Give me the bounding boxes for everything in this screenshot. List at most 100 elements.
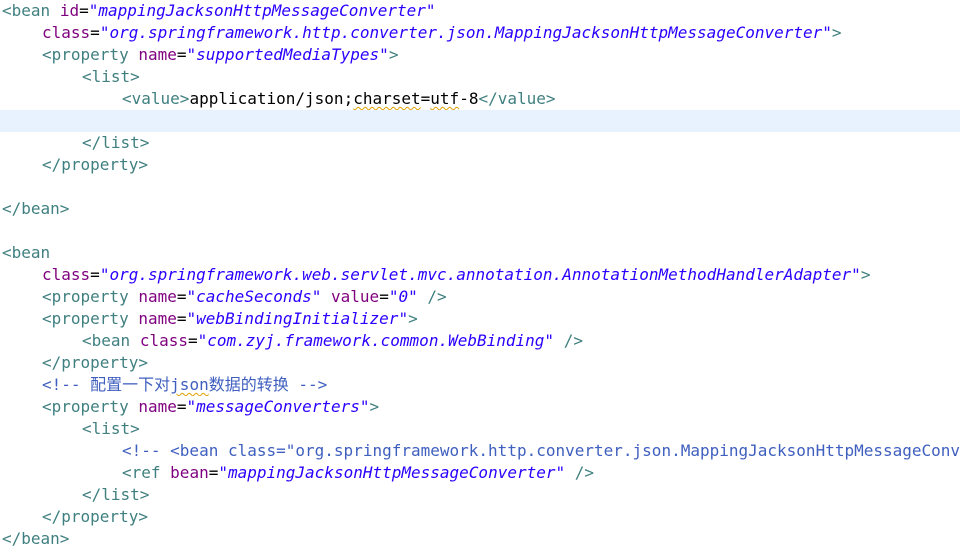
xml-comment: <!-- <bean class="org.springframework.ht…	[122, 441, 960, 460]
xml-tag: </property>	[42, 507, 148, 526]
code-line[interactable]: <!-- <bean class="org.springframework.ht…	[0, 440, 960, 462]
equals-sign: =	[176, 45, 187, 64]
code-line[interactable]: </property>	[0, 506, 960, 528]
code-line[interactable]: <property name="webBindingInitializer">	[0, 308, 960, 330]
xml-tag: </list>	[82, 133, 150, 152]
xml-attribute: name	[138, 287, 177, 306]
attribute-value: "com.zyj.framework.common.WebBinding"	[197, 331, 555, 350]
xml-attribute: name	[138, 309, 177, 328]
code-line[interactable]: <list>	[0, 66, 960, 88]
attribute-value: "org.springframework.http.converter.json…	[99, 23, 832, 42]
xml-tag: <list>	[82, 67, 140, 86]
xml-tag: <bean	[82, 331, 131, 350]
xml-tag: <bean	[2, 1, 51, 20]
equals-sign: =	[90, 23, 100, 42]
attribute-value: "0"	[388, 287, 418, 306]
text-content: =	[420, 89, 431, 108]
xml-tag: >	[860, 265, 871, 284]
xml-attribute: bean	[170, 463, 209, 482]
xml-attribute: name	[138, 45, 177, 64]
xml-tag: />	[427, 287, 447, 306]
xml-attribute: class	[42, 265, 91, 284]
xml-tag: <property	[42, 397, 129, 416]
xml-tag: <property	[42, 309, 129, 328]
code-line[interactable]: <ref bean="mappingJacksonHttpMessageConv…	[0, 462, 960, 484]
code-line[interactable]: <bean	[0, 242, 960, 264]
xml-attribute: name	[138, 397, 177, 416]
xml-tag: />	[574, 463, 595, 482]
attribute-value: "org.springframework.web.servlet.mvc.ann…	[99, 265, 861, 284]
code-line[interactable]: </property>	[0, 154, 960, 176]
xml-attribute: class	[139, 331, 188, 350]
code-line[interactable]: <!-- 配置一下对json数据的转换 -->	[0, 374, 960, 396]
xml-tag: <list>	[82, 419, 140, 438]
code-line[interactable]: class="org.springframework.web.servlet.m…	[0, 264, 960, 286]
code-line[interactable]: <value>application/json;charset=utf-8</v…	[0, 88, 960, 110]
attribute-value: "cacheSeconds"	[186, 287, 322, 306]
xml-tag: </value>	[478, 89, 556, 108]
xml-tag: </bean>	[2, 529, 70, 548]
equals-sign: =	[176, 397, 187, 416]
xml-tag: >	[408, 309, 418, 328]
xml-tag: </property>	[42, 353, 148, 372]
code-line[interactable]: class="org.springframework.http.converte…	[0, 22, 960, 44]
xml-code-editor[interactable]: <bean id="mappingJacksonHttpMessageConve…	[0, 0, 960, 552]
xml-attribute: id	[59, 1, 80, 20]
code-line[interactable]	[0, 176, 960, 198]
xml-tag: >	[831, 23, 842, 42]
xml-tag: <value>	[122, 89, 190, 108]
code-line[interactable]: <bean id="mappingJacksonHttpMessageConve…	[0, 0, 960, 22]
spellcheck-word: charset	[353, 89, 421, 108]
equals-sign: =	[187, 331, 198, 350]
equals-sign: =	[176, 309, 187, 328]
spellcheck-word: json	[170, 375, 209, 394]
code-line[interactable]: </property>	[0, 352, 960, 374]
code-line[interactable]: <list>	[0, 418, 960, 440]
xml-tag: <ref	[122, 463, 161, 482]
code-line[interactable]: </list>	[0, 484, 960, 506]
xml-tag: <property	[42, 45, 129, 64]
code-line[interactable]: <property name="cacheSeconds" value="0" …	[0, 286, 960, 308]
text-content: -8	[459, 89, 479, 108]
code-line[interactable]: </bean>	[0, 528, 960, 550]
xml-comment: 数据的转换 -->	[208, 375, 328, 394]
xml-tag: </bean>	[2, 199, 70, 218]
xml-tag: </list>	[82, 485, 150, 504]
xml-tag: <property	[42, 287, 129, 306]
xml-attribute: value	[331, 287, 380, 306]
equals-sign: =	[379, 287, 389, 306]
current-line[interactable]	[0, 110, 960, 132]
xml-tag: />	[563, 331, 583, 350]
attribute-value: "mappingJacksonHttpMessageConverter"	[218, 463, 566, 482]
xml-tag: >	[388, 45, 399, 64]
code-line[interactable]: <property name="supportedMediaTypes">	[0, 44, 960, 66]
code-line[interactable]	[0, 220, 960, 242]
attribute-value: "messageConverters"	[186, 397, 370, 416]
attribute-value: "mappingJacksonHttpMessageConverter"	[88, 1, 436, 20]
code-line[interactable]: </list>	[0, 132, 960, 154]
xml-tag: <bean	[2, 243, 51, 262]
attribute-value: "supportedMediaTypes"	[186, 45, 389, 64]
code-line[interactable]: <bean class="com.zyj.framework.common.We…	[0, 330, 960, 352]
spellcheck-word: utf	[430, 89, 460, 108]
xml-comment: <!-- 配置一下对	[42, 375, 171, 394]
xml-tag: </property>	[42, 155, 148, 174]
equals-sign: =	[79, 1, 89, 20]
code-line[interactable]: </bean>	[0, 198, 960, 220]
text-content: application/json;	[189, 89, 354, 108]
xml-tag: >	[369, 397, 380, 416]
code-line[interactable]: <property name="messageConverters">	[0, 396, 960, 418]
xml-attribute: class	[42, 23, 91, 42]
attribute-value: "webBindingInitializer"	[186, 309, 409, 328]
equals-sign: =	[176, 287, 187, 306]
